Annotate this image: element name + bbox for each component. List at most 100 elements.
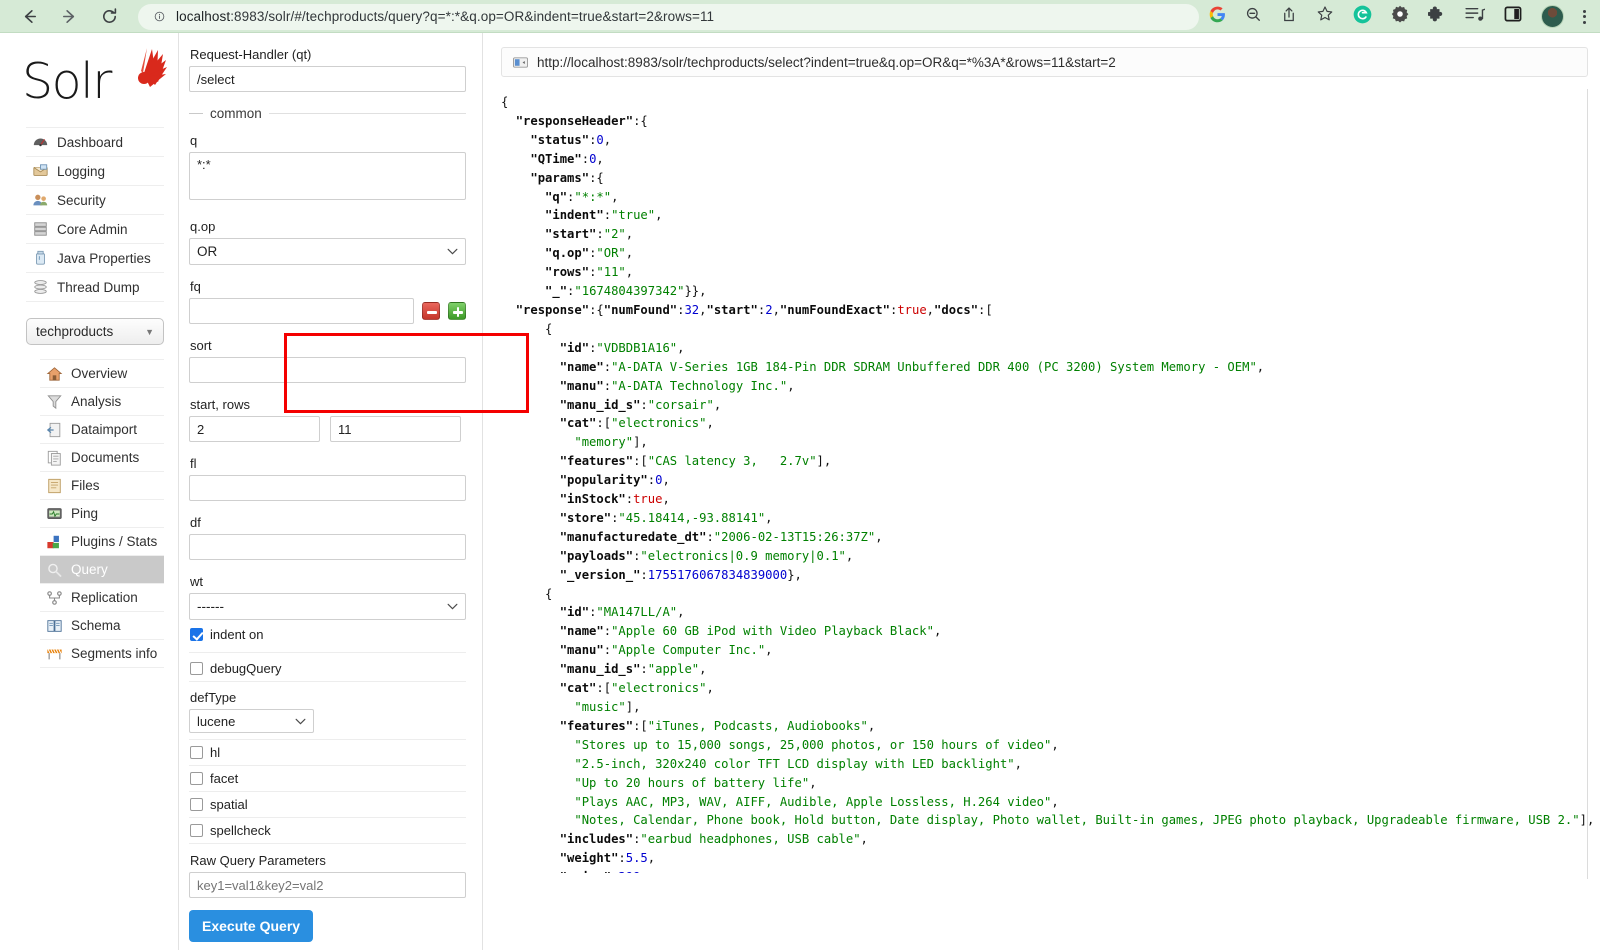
sidebar-label: Schema bbox=[71, 618, 121, 633]
site-info-icon[interactable] bbox=[152, 11, 167, 22]
deftype-label: defType bbox=[190, 690, 466, 705]
sidebar-item-overview[interactable]: Overview bbox=[40, 359, 164, 388]
reading-list-icon[interactable] bbox=[1465, 6, 1485, 27]
sidebar-item-java-properties[interactable]: Java Properties bbox=[26, 244, 164, 273]
start-rows-row bbox=[189, 416, 466, 442]
request-handler-label: Request-Handler (qt) bbox=[190, 47, 466, 62]
toolbar-icons bbox=[1209, 5, 1590, 29]
start-input[interactable] bbox=[189, 416, 320, 442]
sidebar: Solr bbox=[0, 33, 178, 950]
deftype-value: lucene bbox=[197, 714, 235, 729]
solr-sunburst-logo bbox=[114, 47, 168, 102]
sidebar-item-plugins-stats[interactable]: Plugins / Stats bbox=[40, 528, 164, 556]
side-panel-icon[interactable] bbox=[1504, 5, 1522, 28]
sidebar-item-replication[interactable]: Replication bbox=[40, 584, 164, 612]
spatial-label: spatial bbox=[210, 797, 248, 812]
share-icon[interactable] bbox=[1281, 6, 1297, 28]
indent-row[interactable]: indent on bbox=[189, 620, 466, 647]
sidebar-item-analysis[interactable]: Analysis bbox=[40, 388, 164, 416]
sidebar-label: Ping bbox=[71, 506, 98, 521]
fl-input[interactable] bbox=[189, 475, 466, 501]
request-url-bar[interactable]: http://localhost:8983/solr/techproducts/… bbox=[501, 47, 1588, 77]
spellcheck-checkbox[interactable] bbox=[190, 824, 203, 837]
reload-icon[interactable] bbox=[96, 4, 122, 30]
sidebar-item-query[interactable]: Query bbox=[40, 556, 164, 584]
analysis-funnel-icon bbox=[46, 394, 63, 410]
schema-book-icon bbox=[46, 618, 63, 634]
fq-row bbox=[189, 298, 466, 324]
spatial-checkbox[interactable] bbox=[190, 798, 203, 811]
security-icon bbox=[32, 192, 49, 208]
zoom-out-icon[interactable] bbox=[1245, 6, 1262, 28]
sidebar-item-segments-info[interactable]: Segments info bbox=[40, 640, 164, 668]
replication-icon bbox=[46, 590, 63, 606]
wt-select[interactable]: ------ bbox=[189, 593, 466, 620]
indent-label: indent on bbox=[210, 627, 264, 642]
address-bar[interactable]: localhost:8983/solr/#/techproducts/query… bbox=[138, 4, 1199, 30]
address-bar-text: localhost:8983/solr/#/techproducts/query… bbox=[176, 9, 714, 24]
add-plus-button[interactable] bbox=[448, 302, 466, 320]
chrome-menu-icon[interactable] bbox=[1583, 10, 1586, 24]
extension-gear-icon[interactable] bbox=[1391, 5, 1409, 28]
sidebar-label: Dashboard bbox=[57, 135, 123, 150]
sidebar-label: Overview bbox=[71, 366, 127, 381]
overview-home-icon bbox=[46, 366, 63, 382]
sidebar-item-dashboard[interactable]: Dashboard bbox=[26, 127, 164, 157]
sidebar-item-security[interactable]: Security bbox=[26, 186, 164, 215]
sidebar-label: Analysis bbox=[71, 394, 121, 409]
spatial-row[interactable]: spatial bbox=[189, 792, 466, 818]
df-input[interactable] bbox=[189, 534, 466, 560]
core-selector[interactable]: techproducts ▼ bbox=[26, 318, 164, 345]
hl-checkbox[interactable] bbox=[190, 746, 203, 759]
rows-input[interactable] bbox=[330, 416, 461, 442]
sidebar-label: Plugins / Stats bbox=[71, 534, 157, 549]
sidebar-item-thread-dump[interactable]: Thread Dump bbox=[26, 273, 164, 302]
spellcheck-row[interactable]: spellcheck bbox=[189, 818, 466, 844]
sidebar-label: Segments info bbox=[71, 646, 157, 661]
fq-input[interactable] bbox=[189, 298, 414, 324]
facet-row[interactable]: facet bbox=[189, 766, 466, 792]
panel-divider bbox=[1587, 89, 1588, 879]
qop-select[interactable]: OR bbox=[189, 238, 466, 265]
deftype-select[interactable]: lucene bbox=[189, 709, 314, 733]
dataimport-icon bbox=[46, 422, 63, 438]
forward-arrow-icon[interactable] bbox=[56, 4, 82, 30]
sort-input[interactable] bbox=[189, 357, 466, 383]
profile-avatar[interactable] bbox=[1541, 5, 1564, 28]
debugquery-checkbox[interactable] bbox=[190, 662, 203, 675]
core-selector-value: techproducts bbox=[36, 324, 113, 339]
indent-checkbox[interactable] bbox=[190, 628, 203, 641]
sidebar-label: Thread Dump bbox=[57, 280, 140, 295]
raw-query-input[interactable] bbox=[189, 872, 466, 898]
sidebar-item-files[interactable]: Files bbox=[40, 472, 164, 500]
q-input[interactable]: *:* bbox=[189, 152, 466, 200]
df-label: df bbox=[190, 515, 466, 530]
sidebar-item-core-admin[interactable]: Core Admin bbox=[26, 215, 164, 244]
common-section-legend: common bbox=[189, 106, 466, 121]
wt-label: wt bbox=[190, 574, 466, 589]
solr-logo[interactable]: Solr bbox=[0, 43, 178, 127]
qop-label: q.op bbox=[190, 219, 466, 234]
sidebar-item-documents[interactable]: Documents bbox=[40, 444, 164, 472]
bookmark-star-icon[interactable] bbox=[1316, 5, 1334, 28]
sidebar-main-nav: Dashboard Logging Security Core Admin Ja… bbox=[26, 127, 164, 302]
debugquery-label: debugQuery bbox=[210, 661, 282, 676]
back-arrow-icon[interactable] bbox=[16, 4, 42, 30]
dashboard-icon bbox=[32, 134, 49, 150]
sort-label: sort bbox=[190, 338, 466, 353]
remove-minus-button[interactable] bbox=[422, 302, 440, 320]
execute-query-button[interactable]: Execute Query bbox=[189, 910, 313, 942]
google-icon[interactable] bbox=[1209, 6, 1226, 28]
extensions-puzzle-icon[interactable] bbox=[1428, 5, 1446, 28]
sidebar-item-schema[interactable]: Schema bbox=[40, 612, 164, 640]
hl-row[interactable]: hl bbox=[189, 740, 466, 766]
sidebar-item-dataimport[interactable]: Dataimport bbox=[40, 416, 164, 444]
start-rows-label: start, rows bbox=[190, 397, 466, 412]
sidebar-item-ping[interactable]: Ping bbox=[40, 500, 164, 528]
grammarly-icon[interactable] bbox=[1353, 5, 1372, 29]
request-url-icon bbox=[513, 57, 528, 68]
request-handler-input[interactable] bbox=[189, 66, 466, 92]
sidebar-item-logging[interactable]: Logging bbox=[26, 157, 164, 186]
debugquery-row[interactable]: debugQuery bbox=[189, 656, 466, 682]
facet-checkbox[interactable] bbox=[190, 772, 203, 785]
